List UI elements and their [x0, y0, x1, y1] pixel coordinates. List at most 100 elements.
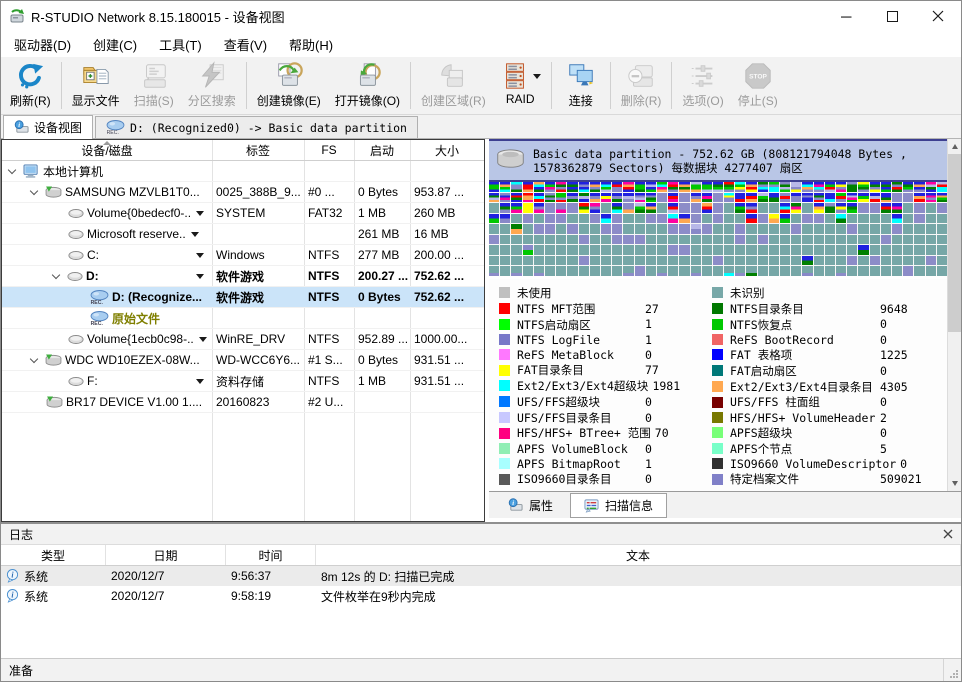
view-tab-0[interactable]: i设备视图: [3, 115, 93, 139]
expander-icon[interactable]: [30, 186, 38, 194]
device-row-5[interactable]: D:软件游戏NTFS200.27 ...752.62 ...: [2, 266, 484, 287]
column-header-4[interactable]: 大小: [410, 140, 484, 160]
toolbar-button-10[interactable]: 显示文件: [65, 57, 127, 114]
vertical-scrollbar[interactable]: [947, 139, 961, 491]
menu-item-0[interactable]: 驱动器(D): [3, 31, 82, 58]
log-column-header-0[interactable]: 类型: [1, 545, 106, 565]
map-cell: [870, 203, 880, 213]
device-row-11[interactable]: BR17 DEVICE V1.00 1....20160823#2 U...: [2, 392, 484, 413]
device-row-3[interactable]: Microsoft reserve..261 MB16 MB: [2, 224, 484, 245]
map-cell: [780, 256, 790, 266]
map-cell: [500, 245, 510, 255]
log-column-header-1[interactable]: 日期: [106, 545, 226, 565]
menu-item-2[interactable]: 工具(T): [148, 31, 213, 58]
map-cell: [892, 214, 902, 224]
map-cell: [926, 182, 936, 192]
dropdown-arrow-icon[interactable]: [533, 74, 541, 79]
legend-item: APFS个节点5: [712, 441, 939, 457]
toolbar-button-40[interactable]: 连接: [555, 57, 607, 114]
map-cell: [668, 256, 678, 266]
map-cell: [780, 235, 790, 245]
toolbar-button-E20[interactable]: 创建镜像(E): [250, 57, 328, 114]
expander-icon[interactable]: [52, 270, 60, 278]
expander-icon[interactable]: [30, 354, 38, 362]
minimize-button[interactable]: [823, 1, 869, 31]
log-column-header-3[interactable]: 文本: [316, 545, 961, 565]
scroll-up-icon[interactable]: [948, 139, 961, 154]
info-bubble-icon: i: [6, 569, 19, 583]
log-close-icon[interactable]: [943, 529, 953, 539]
device-row-2[interactable]: Volume{0bedecf0-..SYSTEMFAT321 MB260 MB: [2, 203, 484, 224]
panel-tab-1[interactable]: 扫描信息: [570, 493, 667, 518]
map-cell: [545, 224, 555, 234]
map-cell: [847, 214, 857, 224]
maximize-button[interactable]: [869, 1, 915, 31]
map-cell: [758, 214, 768, 224]
map-cell: [769, 203, 779, 213]
map-cell: [847, 235, 857, 245]
log-row-1[interactable]: i系统2020/12/79:58:19文件枚举在9秒内完成: [1, 586, 961, 606]
expander-icon[interactable]: [8, 165, 16, 173]
toolbar-button-O21[interactable]: 打开镜像(O): [328, 57, 407, 114]
column-header-3[interactable]: 启动: [354, 140, 410, 160]
map-cell: [825, 245, 835, 255]
view-tab-1[interactable]: REC.D: (Recognized0) -> Basic data parti…: [95, 116, 418, 138]
panel-tab-0[interactable]: i属性: [495, 494, 566, 517]
map-cell: [556, 214, 566, 224]
device-row-4[interactable]: C:WindowsNTFS277 MB200.00 ...: [2, 245, 484, 266]
toolbar-button-12[interactable]: 分区搜索: [181, 57, 243, 114]
device-row-8[interactable]: Volume{1ecb0c98-..WinRE_DRVNTFS952.89 ..…: [2, 329, 484, 350]
dropdown-arrow-icon[interactable]: [196, 253, 204, 258]
toolbar-button-RAID31[interactable]: RAID: [493, 57, 548, 114]
computer-icon: [23, 164, 40, 179]
toolbar-button-S11[interactable]: 扫描(S): [127, 57, 181, 114]
toolbar-button-R30[interactable]: 创建区域(R): [414, 57, 493, 114]
device-row-9[interactable]: WDC WD10EZEX-08W...WD-WCC6Y6...#1 S...0 …: [2, 350, 484, 371]
legend-item: APFS超级块0: [712, 425, 939, 441]
device-row-6[interactable]: REC.D: (Recognize...软件游戏NTFS0 Bytes752.6…: [2, 287, 484, 308]
map-cell: [691, 245, 701, 255]
menu-item-4[interactable]: 帮助(H): [278, 31, 344, 58]
map-cell: [534, 193, 544, 203]
column-header-2[interactable]: FS: [304, 140, 354, 160]
scroll-thumb[interactable]: [948, 154, 961, 332]
log-column-header-2[interactable]: 时间: [226, 545, 316, 565]
close-button[interactable]: [915, 1, 961, 31]
map-cell: [668, 193, 678, 203]
dropdown-arrow-icon[interactable]: [199, 337, 207, 342]
scan-block-map[interactable]: [489, 182, 947, 279]
map-cell: [590, 224, 600, 234]
toolbar-button-R00[interactable]: 刷新(R): [3, 57, 58, 114]
toolbar-button-O60[interactable]: 选项(O): [675, 57, 730, 114]
toolbar-button-S61[interactable]: STOP停止(S): [731, 57, 785, 114]
device-row-7[interactable]: REC.原始文件: [2, 308, 484, 329]
map-cell: [724, 193, 734, 203]
map-cell: [780, 203, 790, 213]
map-cell: [601, 193, 611, 203]
map-cell: [500, 256, 510, 266]
dropdown-arrow-icon[interactable]: [196, 274, 204, 279]
scroll-down-icon[interactable]: [948, 476, 961, 491]
map-cell: [814, 224, 824, 234]
map-cell: [758, 224, 768, 234]
menu-item-1[interactable]: 创建(C): [82, 31, 148, 58]
log-row-0[interactable]: i系统2020/12/79:56:378m 12s 的 D: 扫描已完成: [1, 566, 961, 586]
map-cell: [847, 193, 857, 203]
dropdown-arrow-icon[interactable]: [196, 211, 204, 216]
toolbar-button-R50[interactable]: 删除(R): [614, 57, 669, 114]
column-header-0[interactable]: 设备/磁盘: [2, 140, 212, 160]
device-row-1[interactable]: SAMSUNG MZVLB1T0...0025_388B_9...#0 ...0…: [2, 182, 484, 203]
device-row-0[interactable]: 本地计算机: [2, 161, 484, 182]
map-cell: [545, 245, 555, 255]
legend-item: NTFS恢复点0: [712, 317, 939, 333]
map-cell: [858, 245, 868, 255]
menu-item-3[interactable]: 查看(V): [213, 31, 278, 58]
dropdown-arrow-icon[interactable]: [196, 379, 204, 384]
map-cell: [556, 193, 566, 203]
sort-indicator-icon: [103, 141, 111, 145]
column-header-1[interactable]: 标签: [212, 140, 304, 160]
map-cell: [858, 214, 868, 224]
resize-grip[interactable]: [944, 659, 961, 681]
device-row-10[interactable]: F:资料存储NTFS1 MB931.51 ...: [2, 371, 484, 392]
dropdown-arrow-icon[interactable]: [191, 232, 199, 237]
